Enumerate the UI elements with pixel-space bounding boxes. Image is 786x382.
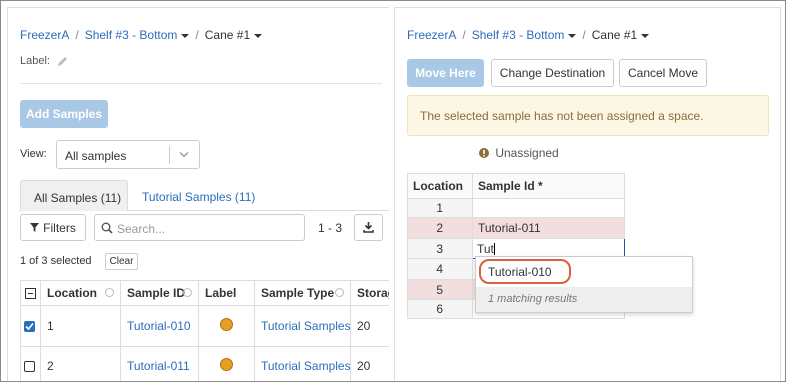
download-icon	[363, 222, 374, 233]
chevron-down-icon[interactable]	[335, 288, 344, 297]
filters-label: Filters	[43, 220, 76, 235]
col-sample-type[interactable]: Sample Type	[254, 280, 351, 306]
tab-all-samples[interactable]: All Samples (11)	[20, 180, 128, 211]
select-all-checkbox[interactable]	[25, 288, 36, 300]
cell-location: 5	[407, 279, 473, 300]
matching-results-footer: 1 matching results	[476, 287, 692, 312]
row-checkbox[interactable]	[24, 360, 35, 372]
col-sample-id[interactable]: Sample ID	[120, 280, 199, 306]
alert-text: The selected sample has not been assigne…	[420, 108, 704, 123]
samples-grid: Location Sample ID Label Sample Type Sto…	[20, 280, 389, 381]
col-storage[interactable]: Storage	[350, 280, 389, 306]
window-frame: FreezerA / Shelf #3 - Bottom / Cane #1 Label…	[0, 0, 786, 382]
warning-alert: The selected sample has not been assigne…	[407, 95, 769, 136]
change-destination-button[interactable]: Change Destination	[491, 59, 614, 87]
search-icon	[101, 222, 113, 234]
cancel-move-button[interactable]: Cancel Move	[619, 59, 707, 87]
pencil-icon[interactable]	[57, 56, 68, 67]
clear-button[interactable]: Clear	[105, 253, 138, 270]
cell-location: 3	[407, 238, 473, 259]
cell-location: 1	[40, 305, 121, 347]
page-range: 1 - 3	[318, 221, 343, 235]
cell-label	[198, 305, 255, 347]
cell-sample-id-link[interactable]: Tutorial-010	[120, 305, 199, 347]
unassigned-text: Unassigned	[495, 146, 559, 160]
cell-location: 1	[407, 198, 473, 218]
cell-label	[198, 346, 255, 381]
chevron-down-icon	[568, 33, 577, 38]
unassigned-indicator: Unassigned	[479, 146, 559, 160]
cell-storage: 20	[350, 346, 389, 381]
col-location[interactable]: Location	[40, 280, 121, 306]
matching-results-text: 1 matching results	[488, 293, 578, 305]
chevron-down-icon[interactable]	[183, 288, 192, 297]
export-button[interactable]	[354, 214, 383, 241]
filter-icon	[30, 223, 40, 232]
breadcrumb: FreezerA / Shelf #3 - Bottom / Cane #1	[20, 28, 263, 42]
grid-header-row: Location Sample Id *	[407, 173, 625, 199]
breadcrumb-cane[interactable]: Cane #1	[205, 28, 263, 42]
chevron-down-icon	[641, 33, 650, 38]
cell-location: 6	[407, 299, 473, 319]
search-input[interactable]: Search...	[94, 214, 305, 241]
right-panel: FreezerA / Shelf #3 - Bottom / Cane #1 Move …	[394, 7, 781, 381]
label-text: Label:	[20, 55, 50, 67]
row-select-cell[interactable]	[20, 346, 41, 381]
cell-storage: 20	[350, 305, 389, 347]
view-select[interactable]: All samples	[56, 140, 200, 169]
chevron-down-icon	[179, 152, 189, 158]
add-samples-button[interactable]: Add Samples	[20, 100, 108, 128]
row-checkbox-checked[interactable]	[24, 321, 35, 333]
chevron-down-icon	[254, 33, 263, 38]
cell-location: 2	[407, 217, 473, 239]
chevron-down-icon[interactable]	[105, 288, 114, 297]
divider	[20, 83, 382, 84]
view-select-value: All samples	[65, 149, 127, 163]
info-icon	[479, 148, 489, 158]
grid-header-row: Location Sample ID Label Sample Type Sto…	[20, 280, 389, 306]
table-row[interactable]: 2 Tutorial-011	[407, 217, 625, 239]
suggestion-item[interactable]: Tutorial-010	[488, 265, 552, 279]
tab-label: All Samples (11)	[34, 191, 122, 205]
selected-count: 1 of 3 selected	[20, 255, 92, 267]
select-divider	[169, 146, 170, 164]
col-sample-id: Sample Id *	[472, 173, 625, 199]
filters-button[interactable]: Filters	[20, 214, 86, 241]
label-field: Label:	[20, 55, 68, 67]
breadcrumb-freezer[interactable]: FreezerA	[20, 28, 69, 42]
move-here-button[interactable]: Move Here	[407, 59, 484, 87]
cell-sample-id-link[interactable]: Tutorial-011	[120, 346, 199, 381]
row-select-cell[interactable]	[20, 305, 41, 347]
chevron-down-icon	[181, 33, 190, 38]
cell-location: 2	[40, 346, 121, 381]
col-label[interactable]: Label	[198, 280, 255, 306]
select-all-cell[interactable]	[20, 280, 41, 306]
view-label: View:	[20, 148, 47, 160]
breadcrumb-shelf[interactable]: Shelf #3 - Bottom	[85, 28, 190, 42]
cell-sample-id[interactable]	[472, 198, 625, 218]
cell-sample-type-link[interactable]: Tutorial Samples	[254, 346, 351, 381]
table-row[interactable]: 1 Tutorial-010 Tutorial Samples 20	[20, 305, 389, 347]
breadcrumb-shelf[interactable]: Shelf #3 - Bottom	[472, 28, 577, 42]
breadcrumb-freezer[interactable]: FreezerA	[407, 28, 456, 42]
cell-sample-id[interactable]: Tutorial-011	[472, 217, 625, 239]
breadcrumb-cane[interactable]: Cane #1	[592, 28, 650, 42]
table-row[interactable]: 1	[407, 198, 625, 218]
search-placeholder: Search...	[117, 222, 166, 236]
label-color-dot	[220, 357, 233, 371]
table-row[interactable]: 2 Tutorial-011 Tutorial Samples 20	[20, 346, 389, 381]
col-location: Location	[407, 173, 473, 199]
cell-location: 4	[407, 258, 473, 280]
breadcrumb: FreezerA / Shelf #3 - Bottom / Cane #1	[407, 28, 650, 42]
label-color-dot	[220, 318, 233, 331]
left-panel: FreezerA / Shelf #3 - Bottom / Cane #1 Label…	[7, 7, 389, 381]
autocomplete-dropdown: Tutorial-010 1 matching results	[475, 256, 693, 313]
cell-sample-type-link[interactable]: Tutorial Samples	[254, 305, 351, 347]
tab-tutorial-samples[interactable]: Tutorial Samples (11)	[142, 190, 255, 204]
tab-underline	[128, 210, 389, 211]
